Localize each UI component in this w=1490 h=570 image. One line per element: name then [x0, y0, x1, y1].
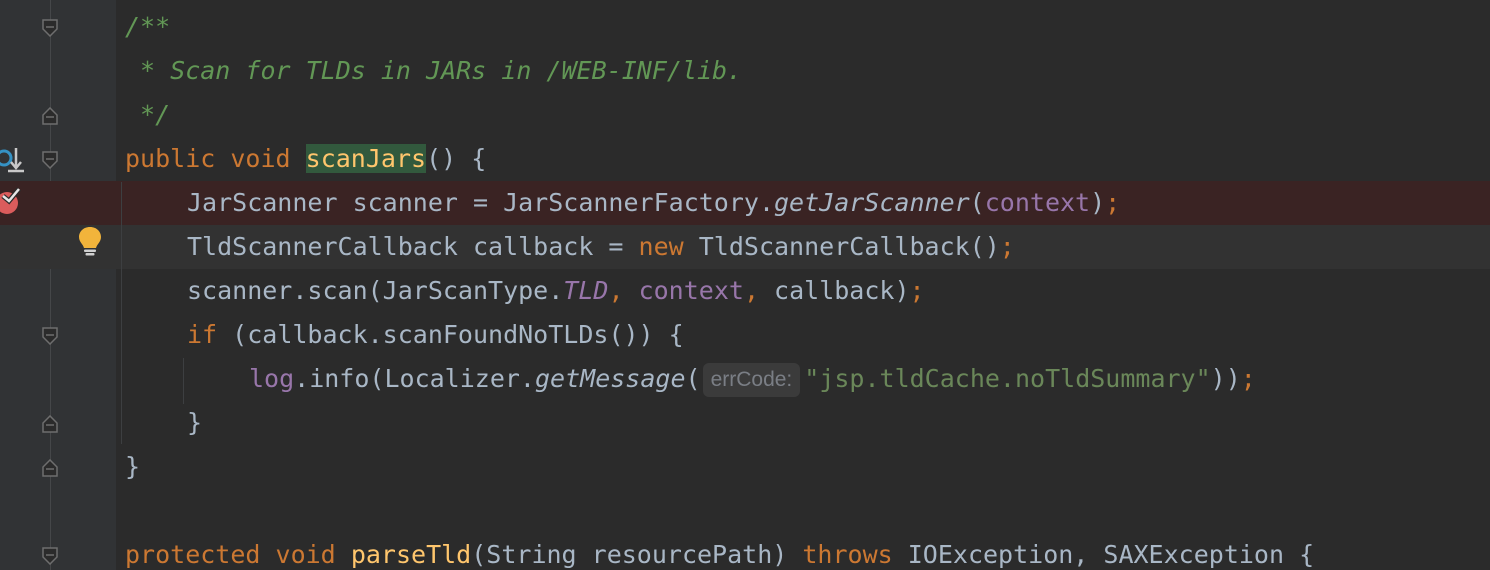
code-line-10: } — [187, 408, 203, 437]
code-line-2: * Scan for TLDs in JARs in /WEB-INF/lib. — [125, 56, 743, 85]
semicolon: ; — [999, 232, 1015, 261]
parameter-hint[interactable]: errCode: — [702, 363, 801, 397]
keyword: void — [275, 540, 336, 569]
code-token: ( — [685, 364, 701, 393]
fold-marker-icon[interactable] — [42, 151, 58, 169]
field-reference: context — [984, 188, 1091, 217]
keyword: void — [230, 144, 291, 173]
indent-guide — [183, 358, 184, 404]
code-line-6: TldScannerCallback callback = new TldSca… — [187, 225, 1015, 269]
code-token: (String resourcePath) — [471, 540, 803, 569]
implemented-method-icon[interactable] — [0, 144, 24, 174]
fold-marker-icon[interactable] — [42, 547, 58, 565]
code-line-5: JarScanner scanner = JarScannerFactory.g… — [187, 181, 1120, 225]
code-token: ) — [1090, 188, 1106, 217]
code-token: TldScannerCallback() — [683, 232, 1000, 261]
breakpoint-icon[interactable] — [0, 186, 22, 216]
comma: , — [608, 276, 624, 305]
semicolon: ; — [909, 276, 925, 305]
gutter-divider — [50, 0, 51, 570]
code-editor[interactable]: /** * Scan for TLDs in JARs in /WEB-INF/… — [0, 0, 1490, 570]
code-token: scanner.scan(JarScanType. — [187, 276, 564, 305]
method-name-highlighted[interactable]: scanJars — [305, 144, 427, 173]
field-reference: log — [249, 364, 295, 393]
code-line-3: */ — [125, 100, 171, 129]
static-method-call: getMessage — [534, 364, 686, 393]
keyword: public — [125, 144, 216, 173]
fold-marker-icon[interactable] — [42, 459, 58, 477]
code-line-8: if (callback.scanFoundNoTLDs()) { — [187, 313, 684, 357]
keyword: if — [187, 320, 218, 349]
code-token: TldScannerCallback callback = — [187, 232, 639, 261]
code-line-9: log.info(Localizer.getMessage(errCode: "j… — [249, 357, 1256, 401]
keyword: new — [638, 232, 684, 261]
code-token: )) — [1210, 364, 1241, 393]
fold-marker-icon[interactable] — [42, 415, 58, 433]
enum-constant: TLD — [563, 276, 609, 305]
code-line-1: /** — [125, 12, 171, 41]
code-token: callback) — [759, 276, 910, 305]
code-line-4: public void scanJars() { — [125, 137, 486, 181]
method-name[interactable]: parseTld — [351, 540, 471, 569]
code-token: () { — [426, 144, 487, 173]
fold-marker-icon[interactable] — [42, 107, 58, 125]
code-token: IOException, SAXException { — [892, 540, 1315, 569]
indent-guide — [121, 182, 122, 444]
code-token: JarScanner scanner = JarScannerFactory. — [187, 188, 774, 217]
lightbulb-icon[interactable] — [78, 226, 102, 256]
comma: , — [743, 276, 759, 305]
keyword: protected — [125, 540, 261, 569]
string-literal: "jsp.tldCache.noTldSummary" — [804, 364, 1211, 393]
semicolon: ; — [1105, 188, 1121, 217]
fold-marker-icon[interactable] — [42, 19, 58, 37]
code-line-11: } — [125, 452, 141, 481]
static-method-call: getJarScanner — [774, 188, 970, 217]
code-token: (callback.scanFoundNoTLDs()) { — [217, 320, 684, 349]
editor-gutter[interactable] — [0, 0, 116, 570]
semicolon: ; — [1240, 364, 1256, 393]
fold-marker-icon[interactable] — [42, 327, 58, 345]
code-token: ( — [969, 188, 985, 217]
field-reference: context — [638, 276, 744, 305]
code-line-7: scanner.scan(JarScanType.TLD, context, c… — [187, 269, 925, 313]
keyword: throws — [802, 540, 893, 569]
code-token: .info(Localizer. — [294, 364, 535, 393]
code-line-13: protected void parseTld(String resourceP… — [125, 533, 1314, 570]
